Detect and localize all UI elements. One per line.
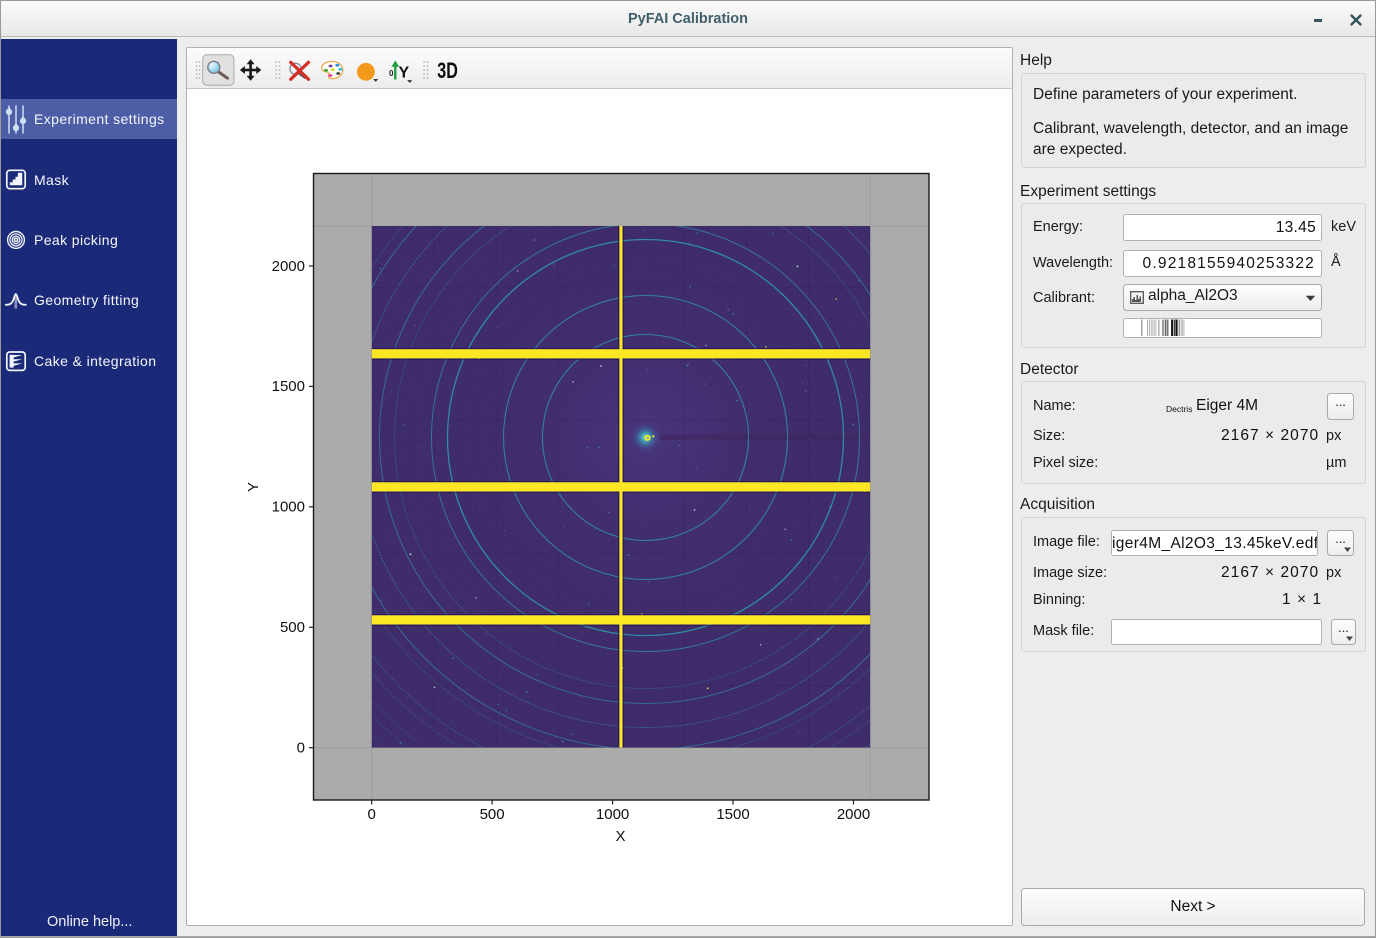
- svg-text:1000: 1000: [272, 499, 305, 516]
- svg-text:500: 500: [480, 806, 505, 823]
- svg-text:Y: Y: [245, 482, 262, 492]
- svg-text:Y: Y: [399, 65, 410, 82]
- svg-text:X: X: [615, 828, 625, 845]
- svg-text:2000: 2000: [272, 258, 305, 275]
- svg-text:500: 500: [280, 619, 305, 636]
- svg-text:2000: 2000: [837, 806, 870, 823]
- svg-text:3D: 3D: [437, 58, 458, 83]
- svg-text:1000: 1000: [596, 806, 629, 823]
- svg-text:1500: 1500: [272, 378, 305, 395]
- svg-text:1500: 1500: [716, 806, 749, 823]
- svg-text:0: 0: [297, 740, 305, 757]
- svg-text:0: 0: [368, 806, 376, 823]
- svg-text:0: 0: [389, 69, 394, 78]
